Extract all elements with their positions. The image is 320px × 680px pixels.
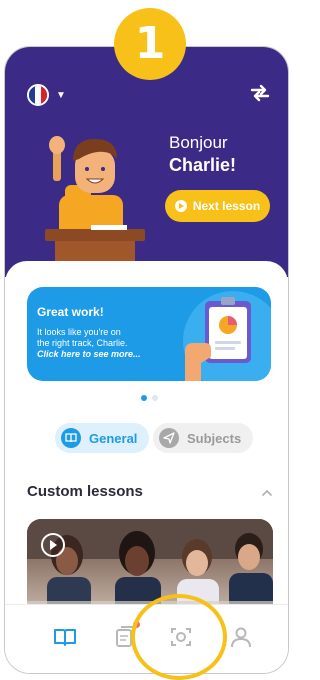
students-photo [27, 519, 273, 615]
clipboard-chart-illustration [183, 291, 271, 381]
paper-plane-icon [159, 428, 179, 448]
profile-icon[interactable] [229, 625, 253, 649]
france-flag-icon [27, 84, 49, 106]
banner-title: Great work! [37, 305, 104, 319]
chevron-down-icon: ▼ [56, 89, 66, 101]
banner-link[interactable]: Click here to see more... [37, 349, 141, 359]
carousel-dot[interactable] [152, 395, 158, 401]
tab-general[interactable]: General [55, 423, 150, 453]
progress-banner[interactable]: Great work! It looks like you're on the … [27, 287, 271, 381]
lesson-thumbnail-image[interactable] [27, 519, 273, 615]
user-name: Charlie! [169, 155, 237, 175]
hero-header: ▼ Bonjour Charlie! Next lesson [5, 47, 288, 277]
carousel-dots[interactable] [141, 395, 158, 401]
next-lesson-button[interactable]: Next lesson [165, 190, 270, 222]
banner-text: the right track, Charlie. [37, 338, 128, 348]
chevron-up-icon[interactable] [260, 486, 274, 500]
tab-subjects[interactable]: Subjects [153, 423, 254, 453]
next-lesson-label: Next lesson [192, 199, 261, 213]
tab-subjects-label: Subjects [187, 430, 242, 446]
language-selector[interactable]: ▼ [27, 84, 66, 106]
banner-text: It looks like you're on [37, 327, 121, 337]
book-open-icon [61, 428, 81, 448]
tutorial-highlight-ring [131, 594, 227, 680]
play-icon [174, 200, 187, 212]
tab-general-label: General [89, 430, 138, 446]
book-icon[interactable] [53, 625, 77, 649]
greeting-text: Bonjour [169, 133, 228, 152]
swap-arrows-icon[interactable] [248, 81, 272, 105]
carousel-dot[interactable] [141, 395, 147, 401]
step-number-badge: 1 [114, 8, 186, 80]
phone-screen: ▼ Bonjour Charlie! Next lesson Great wor… [4, 46, 289, 674]
section-title: Custom lessons [27, 483, 143, 500]
video-play-icon[interactable] [41, 533, 65, 557]
teacher-mascot-illustration [45, 136, 145, 277]
